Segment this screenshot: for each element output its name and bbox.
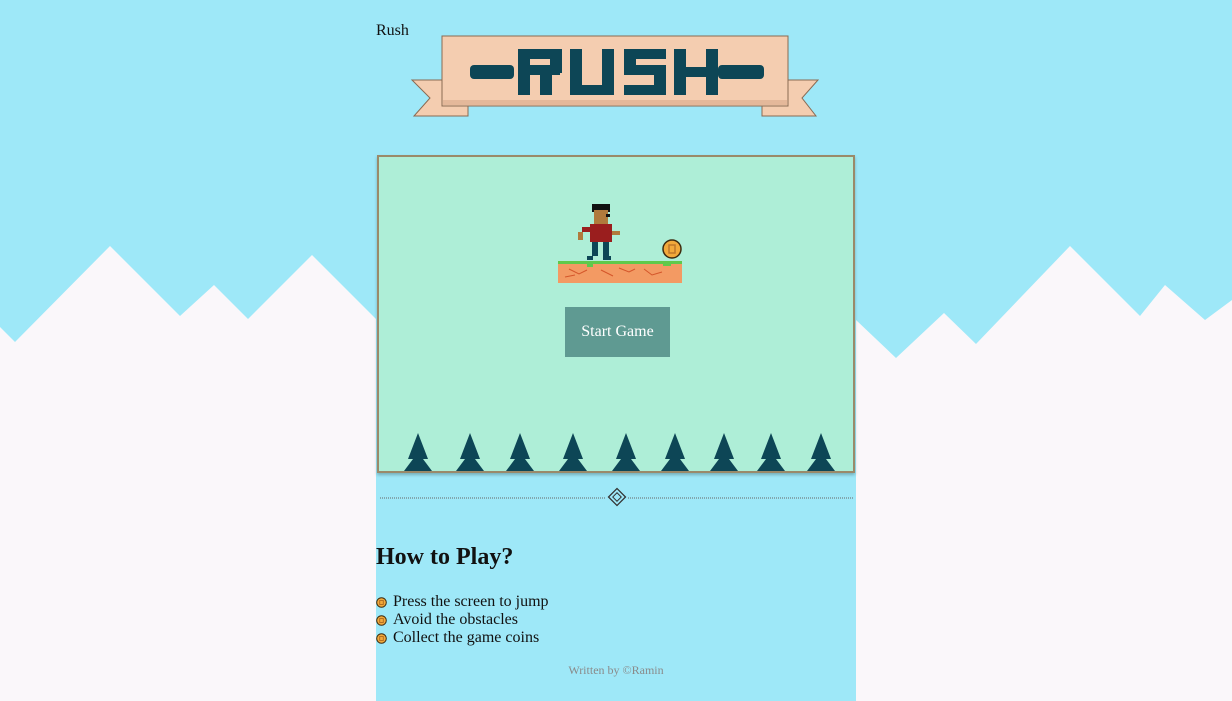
list-item: Press the screen to jump [376, 593, 549, 611]
start-game-button[interactable]: Start Game [565, 307, 670, 357]
section-divider [380, 487, 854, 507]
platform [558, 261, 682, 283]
rule-text: Avoid the obstacles [393, 611, 519, 628]
coin-bullet-icon [376, 632, 387, 644]
rules-list: Press the screen to jump Avoid the obsta… [376, 593, 549, 647]
rush-logo-banner [410, 35, 820, 117]
pine-trees [404, 433, 835, 471]
how-to-play-heading: How to Play? [376, 544, 514, 570]
list-item: Avoid the obstacles [376, 611, 549, 629]
rule-text: Collect the game coins [393, 629, 540, 646]
coin-bullet-icon [376, 614, 387, 626]
rule-text: Press the screen to jump [393, 593, 549, 610]
footer-credit: Written by ©Ramin [568, 663, 664, 677]
list-item: Collect the game coins [376, 629, 549, 647]
game-canvas[interactable]: Start Game [377, 155, 855, 473]
coin [662, 239, 682, 259]
page-title: Rush [376, 22, 409, 39]
coin-bullet-icon [376, 596, 387, 608]
player-character [578, 204, 620, 260]
